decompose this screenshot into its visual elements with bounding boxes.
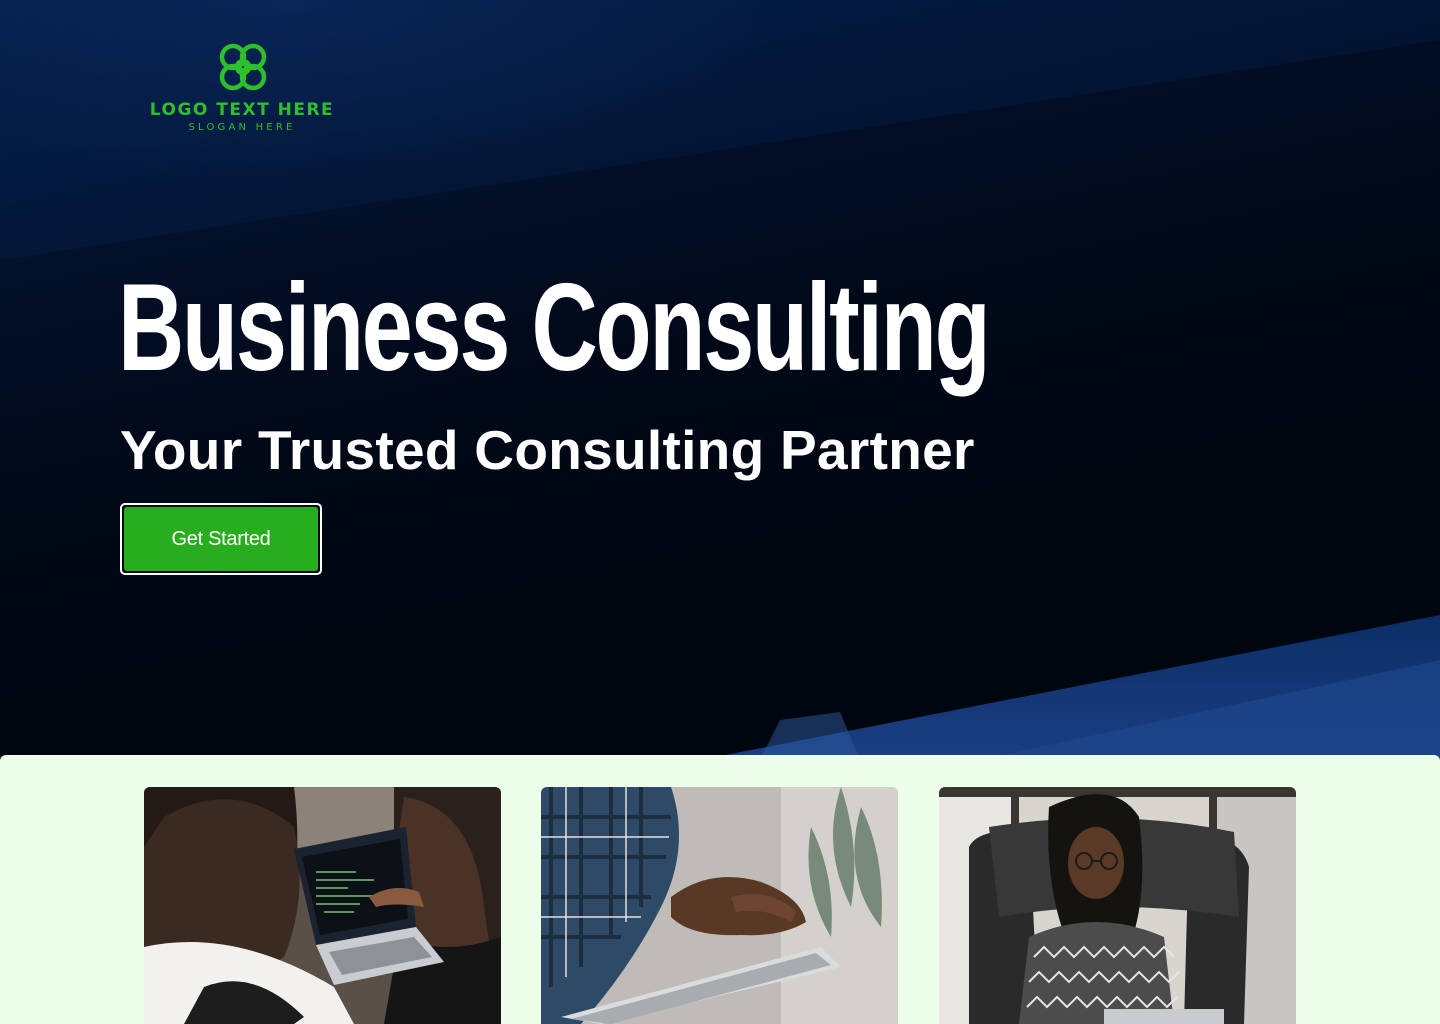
get-started-button[interactable]: Get Started [120,503,322,575]
logo-text: LOGO TEXT HERE [149,100,335,120]
woman-laptop-armchair-photo [939,787,1296,1024]
hero-title: Business Consulting [118,259,991,397]
logo[interactable]: LOGO TEXT HERE SLOGAN HERE [144,40,340,136]
get-started-label: Get Started [124,507,318,571]
hero-subtitle: Your Trusted Consulting Partner [120,419,975,481]
hero-section: LOGO TEXT HERE SLOGAN HERE Business Cons… [0,0,1440,760]
logo-slogan: SLOGAN HERE [188,122,296,133]
two-women-laptop-photo [144,787,501,1024]
hand-tablet-photo [541,787,898,1024]
